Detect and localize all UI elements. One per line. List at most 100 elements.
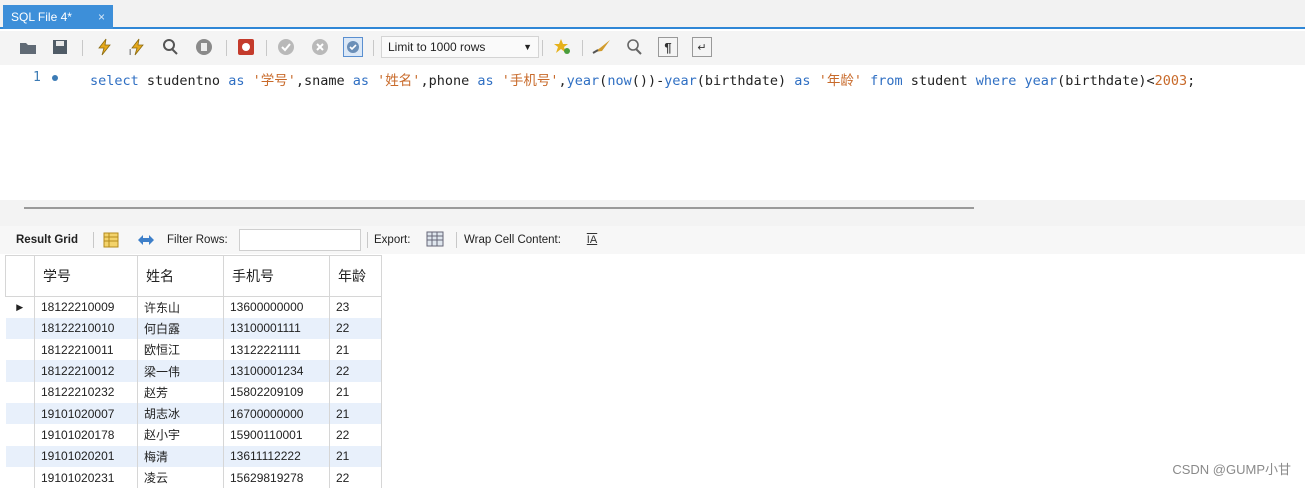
toggle-continue-icon[interactable] <box>236 37 256 57</box>
chevron-down-icon: ▼ <box>523 42 532 52</box>
table-cell[interactable]: 13100001111 <box>223 317 330 340</box>
stop-icon[interactable] <box>194 37 214 57</box>
column-header[interactable]: 年龄 <box>329 255 382 297</box>
table-cell[interactable]: 19101020007 <box>34 402 138 425</box>
table-cell[interactable]: 13122221111 <box>223 339 330 361</box>
table-cell[interactable]: 何白露 <box>137 317 224 340</box>
open-folder-icon[interactable] <box>18 37 38 57</box>
table-cell[interactable]: 19101020201 <box>34 445 138 467</box>
table-cell[interactable]: 13600000000 <box>223 296 330 318</box>
export-grid-icon[interactable] <box>426 230 446 250</box>
code-token: (birthdate)< <box>1057 73 1155 89</box>
table-row[interactable]: 18122210012 梁一伟 13100001234 22 <box>5 360 382 382</box>
table-cell[interactable]: 赵芳 <box>137 381 224 403</box>
code-token: '学号' <box>252 73 296 89</box>
table-cell[interactable]: 梅清 <box>137 445 224 467</box>
add-snippet-star-icon[interactable] <box>552 37 572 57</box>
table-cell[interactable]: 22 <box>329 424 382 446</box>
scrollbar-thumb[interactable] <box>24 207 974 209</box>
table-cell[interactable]: 18122210009 <box>34 296 138 318</box>
table-cell[interactable]: 15900110001 <box>223 424 330 446</box>
code-token: year <box>566 73 600 89</box>
table-cell[interactable]: 15802209109 <box>223 381 330 403</box>
statement-marker-icon <box>52 75 58 81</box>
limit-rows-select[interactable]: Limit to 1000 rows ▼ <box>381 36 539 58</box>
code-token: ,sname <box>295 73 353 89</box>
code-token: (birthdate) <box>696 73 795 89</box>
table-cell[interactable]: 23 <box>329 296 382 318</box>
result-grid: 学号 姓名 手机号 年龄 ▶ 18122210009 许东山 13600000000 2… <box>5 255 382 488</box>
table-cell[interactable]: 21 <box>329 381 382 403</box>
table-row[interactable]: 18122210010 何白露 13100001111 22 <box>5 317 382 340</box>
code-token: '年龄' <box>818 73 862 89</box>
row-marker <box>5 339 35 361</box>
row-marker-header <box>5 255 35 297</box>
table-row[interactable]: ▶ 18122210009 许东山 13600000000 23 <box>5 296 382 318</box>
table-row[interactable]: 19101020007 胡志冰 16700000000 21 <box>5 402 382 425</box>
column-header[interactable]: 手机号 <box>223 255 330 297</box>
rollback-icon[interactable] <box>310 37 330 57</box>
line-number: 1 <box>33 70 41 85</box>
table-cell[interactable]: 13611112222 <box>223 445 330 467</box>
editor-horizontal-scrollbar[interactable] <box>0 200 1305 226</box>
find-magnifier-icon[interactable] <box>624 37 644 57</box>
table-row[interactable]: 19101020178 赵小宇 15900110001 22 <box>5 424 382 446</box>
column-header[interactable]: 姓名 <box>137 255 224 297</box>
table-cell[interactable]: 21 <box>329 339 382 361</box>
code-token: now <box>607 73 632 89</box>
invisible-chars-icon[interactable]: ¶ <box>658 37 678 57</box>
refresh-arrows-icon[interactable] <box>136 230 156 250</box>
code-token: ,phone <box>420 73 478 89</box>
code-token: select <box>90 73 139 89</box>
table-cell[interactable]: 18122210232 <box>34 381 138 403</box>
table-cell[interactable]: 19101020178 <box>34 424 138 446</box>
table-row[interactable]: 18122210232 赵芳 15802209109 21 <box>5 381 382 403</box>
table-cell[interactable]: 18122210011 <box>34 339 138 361</box>
filter-rows-input[interactable] <box>239 229 361 251</box>
table-cell[interactable]: 赵小宇 <box>137 424 224 446</box>
tab-sql-file[interactable]: SQL File 4* × <box>3 5 113 29</box>
filter-rows-label: Filter Rows: <box>167 234 228 246</box>
close-icon[interactable]: × <box>98 5 105 29</box>
table-cell[interactable]: 22 <box>329 360 382 382</box>
code-token: year <box>1024 73 1058 89</box>
code-token: as <box>228 73 245 89</box>
table-cell[interactable]: 18122210010 <box>34 317 138 340</box>
table-row[interactable]: 18122210011 欧恒江 13122221111 21 <box>5 339 382 361</box>
execute-lightning-icon[interactable] <box>94 37 114 57</box>
code-token: '姓名' <box>377 73 421 89</box>
table-cell[interactable]: 16700000000 <box>223 402 330 425</box>
table-cell[interactable]: 21 <box>329 402 382 425</box>
table-cell[interactable]: 胡志冰 <box>137 402 224 425</box>
table-cell[interactable]: 许东山 <box>137 296 224 318</box>
sql-code-line[interactable]: select studentno as '学号',sname as '姓名',p… <box>90 69 1195 89</box>
table-row[interactable]: 19101020201 梅清 13611112222 21 <box>5 445 382 467</box>
table-cell[interactable]: 21 <box>329 445 382 467</box>
beautify-brush-icon[interactable] <box>592 37 612 57</box>
code-token: as <box>794 73 811 89</box>
save-icon[interactable] <box>50 37 70 57</box>
row-marker <box>5 445 35 467</box>
grid-layout-icon[interactable] <box>101 230 121 250</box>
code-token: ; <box>1187 73 1196 89</box>
result-grid-label[interactable]: Result Grid <box>16 234 78 246</box>
code-token: where <box>975 73 1017 89</box>
word-wrap-icon[interactable]: ↵ <box>692 37 712 57</box>
commit-icon[interactable] <box>276 37 296 57</box>
column-header[interactable]: 学号 <box>34 255 138 297</box>
execute-current-icon[interactable]: I <box>128 37 148 57</box>
table-cell[interactable]: 13100001234 <box>223 360 330 382</box>
table-cell[interactable]: 欧恒江 <box>137 339 224 361</box>
explain-magnifier-icon[interactable] <box>160 37 180 57</box>
wrap-cell-icon[interactable]: IA <box>582 230 602 250</box>
table-cell[interactable]: 22 <box>329 317 382 340</box>
result-toolbar: Result Grid Filter Rows: Export: Wrap Ce… <box>0 226 1305 254</box>
table-cell[interactable]: 梁一伟 <box>137 360 224 382</box>
table-cell[interactable]: 18122210012 <box>34 360 138 382</box>
sql-editor[interactable]: 1 select studentno as '学号',sname as '姓名'… <box>0 65 1305 200</box>
svg-text:I: I <box>129 48 131 56</box>
autocommit-toggle-icon[interactable] <box>343 37 363 57</box>
